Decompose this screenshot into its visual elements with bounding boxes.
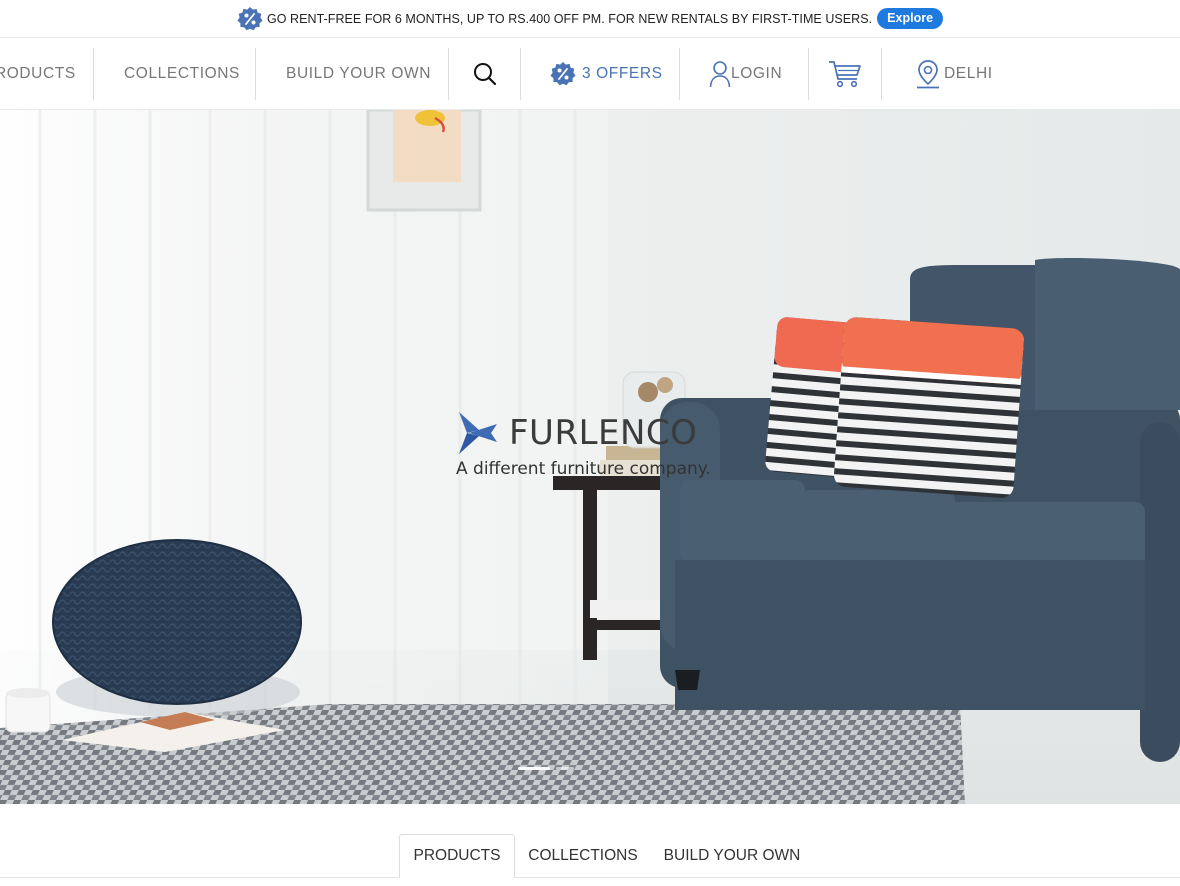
hero-carousel: FURLENCO A different furniture company. — [0, 110, 1180, 804]
location-label: DELHI — [944, 65, 993, 82]
nav-products[interactable]: PRODUCTS — [0, 38, 76, 110]
nav-login-label: LOGIN — [731, 65, 783, 82]
nav-divider — [808, 48, 809, 100]
promo-text: GO RENT-FREE FOR 6 MONTHS, UP TO RS.400 … — [266, 11, 873, 26]
tab-build-label: BUILD YOUR OWN — [663, 847, 801, 864]
nav-divider — [448, 48, 449, 100]
percent-badge-icon — [550, 62, 576, 86]
tab-products-label: PRODUCTS — [413, 847, 501, 864]
tab-products[interactable]: PRODUCTS — [399, 834, 515, 878]
tab-collections[interactable]: COLLECTIONS — [518, 834, 648, 878]
nav-offers-label: 3 OFFERS — [582, 65, 663, 82]
search-icon — [474, 63, 497, 86]
brand-name: FURLENCO — [509, 413, 698, 453]
furlenco-logo-icon — [459, 412, 497, 454]
nav-divider — [881, 48, 882, 100]
nav-build-label: BUILD YOUR OWN — [286, 65, 432, 82]
catalog-tabs: PRODUCTS COLLECTIONS BUILD YOUR OWN — [0, 804, 1180, 886]
carousel-indicators — [518, 767, 574, 770]
nav-divider — [520, 48, 521, 100]
promo-banner: GO RENT-FREE FOR 6 MONTHS, UP TO RS.400 … — [0, 0, 1180, 38]
main-nav: PRODUCTS COLLECTIONS BUILD YOUR OWN 3 OF… — [0, 38, 1180, 110]
percent-badge-icon — [237, 6, 263, 32]
nav-offers[interactable]: 3 OFFERS — [550, 38, 663, 110]
nav-divider — [679, 48, 680, 100]
nav-collections[interactable]: COLLECTIONS — [124, 38, 240, 110]
search-button[interactable] — [472, 38, 498, 110]
nav-divider — [93, 48, 94, 100]
cart-icon — [829, 61, 861, 88]
user-icon — [709, 61, 731, 88]
brand-tagline: A different furniture company. — [456, 459, 711, 479]
hero-living-room-image — [0, 110, 1180, 804]
nav-products-label: PRODUCTS — [0, 65, 76, 82]
carousel-dot-1[interactable] — [518, 767, 550, 770]
tab-build-your-own[interactable]: BUILD YOUR OWN — [652, 834, 812, 878]
cart-button[interactable] — [828, 38, 862, 110]
carousel-dot-2[interactable] — [556, 767, 574, 770]
nav-collections-label: COLLECTIONS — [124, 65, 240, 82]
location-selector[interactable]: DELHI — [915, 38, 993, 110]
location-pin-icon — [917, 60, 939, 89]
brand-logo: FURLENCO — [457, 410, 697, 456]
nav-build-your-own[interactable]: BUILD YOUR OWN — [286, 38, 431, 110]
nav-divider — [255, 48, 256, 100]
explore-button[interactable]: Explore — [877, 8, 944, 29]
tab-collections-label: COLLECTIONS — [528, 847, 638, 864]
nav-login[interactable]: LOGIN — [709, 38, 782, 110]
